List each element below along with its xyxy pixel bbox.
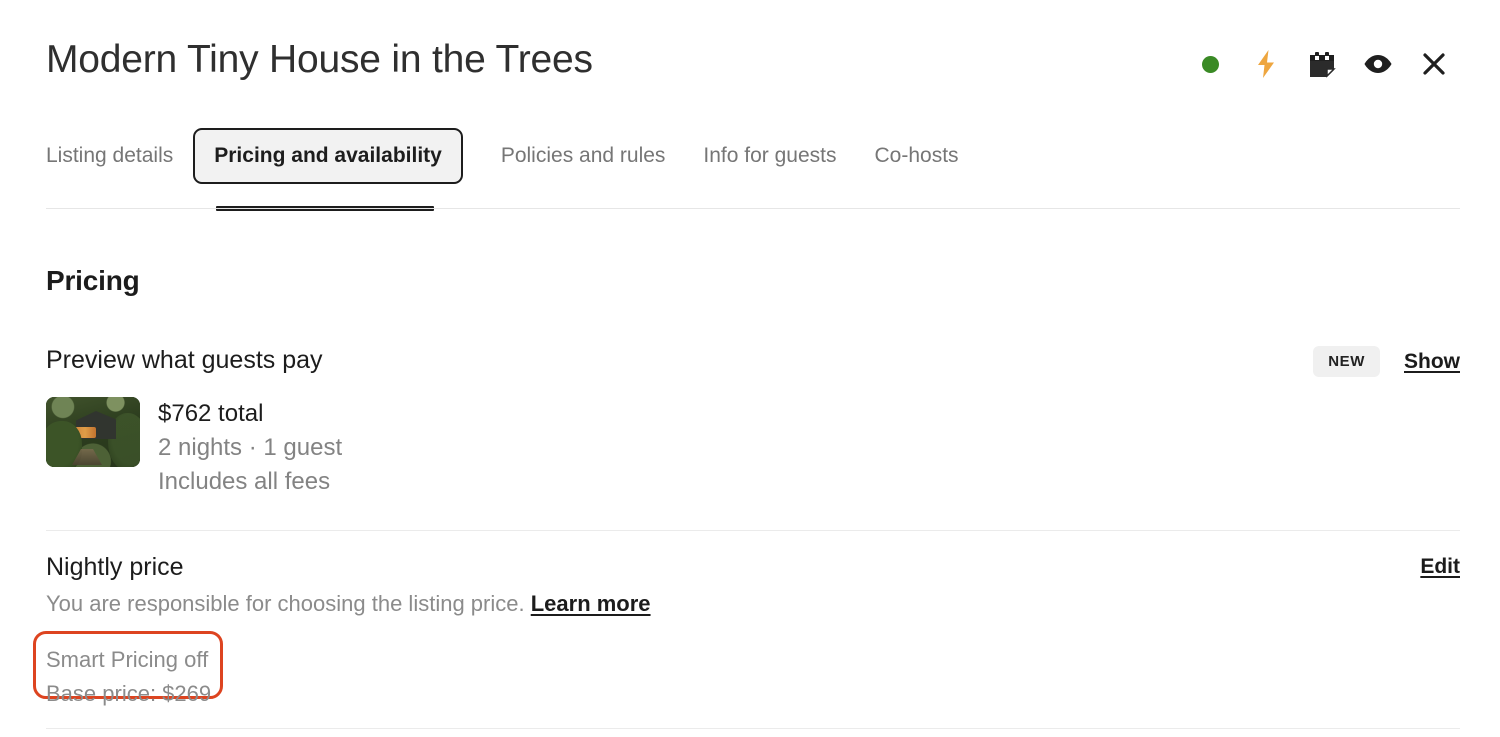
smart-pricing-summary[interactable]: Smart Pricing off Base price: $269 [46,643,211,711]
listing-editor-page: Modern Tiny House in the Trees Listing d… [0,0,1500,737]
calendar-icon[interactable] [1294,44,1350,84]
close-icon[interactable] [1406,44,1462,84]
tab-listing-details[interactable]: Listing details [46,128,173,184]
listing-thumbnail [46,397,140,467]
nightly-price-description-text: You are responsible for choosing the lis… [46,591,525,616]
learn-more-link[interactable]: Learn more [531,591,651,616]
instant-book-bolt-icon[interactable] [1238,44,1294,84]
price-preview-card[interactable]: $762 total 2 nights · 1 guest Includes a… [46,397,342,499]
tab-policies-and-rules[interactable]: Policies and rules [501,128,666,184]
fees-note: Includes all fees [158,468,331,495]
section-divider-top [46,530,1460,531]
section-divider-bottom [46,728,1460,729]
stay-details: 2 nights · 1 guest [158,434,343,461]
preview-heading: Preview what guests pay [46,346,323,374]
edit-link[interactable]: Edit [1420,555,1460,579]
header-actions [1182,44,1462,84]
tab-pricing-and-availability[interactable]: Pricing and availability [193,128,463,184]
tab-co-hosts[interactable]: Co-hosts [875,128,959,184]
page-title: Modern Tiny House in the Trees [46,38,593,81]
price-total: $762 total [158,400,264,427]
status-badge: NEW [1313,346,1380,377]
preview-eye-icon[interactable] [1350,44,1406,84]
tab-bar-divider [46,208,1460,209]
smart-pricing-status: Smart Pricing off [46,647,209,672]
nightly-price-heading: Nightly price [46,553,184,581]
page-section-title: Pricing [46,265,140,296]
page-header: Modern Tiny House in the Trees [0,0,1500,120]
nightly-price-description: You are responsible for choosing the lis… [46,591,651,617]
tab-bar: Listing details Pricing and availability… [0,128,1500,213]
status-dot-icon [1182,44,1238,84]
base-price-value: Base price: $269 [46,681,212,706]
show-link[interactable]: Show [1404,350,1460,374]
tab-info-for-guests[interactable]: Info for guests [703,128,836,184]
